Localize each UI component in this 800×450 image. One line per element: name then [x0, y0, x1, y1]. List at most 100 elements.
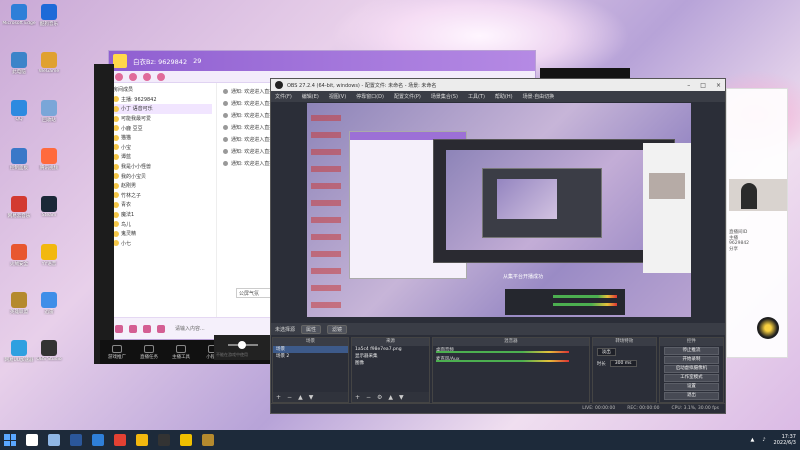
desktop-icon[interactable]: Microsoft Edge — [2, 2, 36, 32]
down-icon[interactable]: ▼ — [309, 394, 314, 401]
mic-icon[interactable] — [129, 324, 137, 333]
desktop-icon[interactable]: 此电脑 — [2, 50, 36, 80]
member-item[interactable]: 我的小宝贝 — [113, 171, 212, 181]
member-item[interactable]: 猫猫 — [113, 133, 212, 143]
desktop-icon[interactable]: 迅雷 — [32, 290, 66, 320]
source-item[interactable]: 显示器采集 — [352, 353, 429, 360]
chrome-icon[interactable] — [114, 434, 126, 446]
search-icon[interactable] — [26, 434, 38, 446]
menu-item[interactable]: 场景·自由切换 — [523, 93, 555, 100]
chat-input-hint[interactable]: 请输入内容... — [175, 325, 205, 332]
source-item[interactable]: 图像 — [352, 360, 429, 367]
streamer-info-panel: 直播间ID 主播 9629842 分享 — [726, 88, 788, 358]
volume-meter[interactable] — [435, 351, 569, 353]
add-icon[interactable]: + — [276, 394, 281, 401]
settings-button[interactable]: 设置 — [663, 383, 719, 391]
speaker-icon[interactable]: ♪ — [762, 437, 765, 443]
up-icon[interactable]: ▲ — [388, 394, 393, 401]
volume-knob[interactable] — [238, 341, 246, 349]
desktop-icon[interactable]: 网易UU加速器 — [2, 338, 36, 368]
scene-item[interactable]: 场景 2 — [273, 353, 348, 360]
source-item[interactable]: 1a5c4 f98e7ea7.png — [352, 346, 429, 353]
team-badge-icon[interactable] — [757, 317, 779, 339]
game-icon[interactable] — [202, 434, 214, 446]
menu-item[interactable]: 编辑(E) — [302, 93, 319, 100]
camera-icon[interactable] — [157, 324, 165, 333]
transition-select[interactable]: 淡出 — [596, 348, 616, 356]
menu-item[interactable]: 配置文件(P) — [394, 93, 421, 100]
stream-tool-button[interactable]: 游戏推广 — [104, 344, 130, 360]
menu-item[interactable]: 帮助(H) — [495, 93, 513, 100]
stream-tool-button[interactable]: 直播任务 — [136, 344, 162, 360]
member-item[interactable]: 赵刚男 — [113, 181, 212, 191]
clock[interactable]: 17:37 2022/6/3 — [774, 434, 796, 446]
add-icon[interactable]: + — [355, 394, 360, 401]
down-icon[interactable]: ▼ — [399, 394, 404, 401]
network-icon[interactable]: ▲ — [750, 437, 754, 443]
member-item[interactable]: 鬼灵精 — [113, 229, 212, 239]
gear-icon[interactable]: ⚙ — [377, 394, 382, 401]
member-item[interactable]: 小七 — [113, 239, 212, 249]
desktop-icon[interactable]: 控制面板 — [2, 146, 36, 176]
desktop-icon[interactable]: 酷狗音乐 — [32, 2, 66, 32]
yy-icon[interactable] — [180, 434, 192, 446]
qq-icon[interactable] — [136, 434, 148, 446]
studio-mode-button[interactable]: 工作室模式 — [663, 374, 719, 382]
room-avatar[interactable] — [113, 54, 127, 68]
member-item[interactable]: 魔法1 — [113, 210, 212, 220]
member-item[interactable]: 小宝 — [113, 143, 212, 153]
remove-icon[interactable]: − — [366, 394, 371, 401]
desktop-icon[interactable]: 火绒安全 — [2, 242, 36, 272]
menu-item[interactable]: 文件(F) — [275, 93, 292, 100]
member-item[interactable]: 鸟儿 — [113, 219, 212, 229]
menu-item[interactable]: 场景集合(S) — [431, 93, 458, 100]
maximize-icon[interactable]: □ — [700, 82, 706, 89]
gift-icon[interactable] — [115, 72, 123, 81]
close-icon[interactable]: × — [716, 82, 721, 89]
star-icon[interactable] — [157, 72, 165, 81]
menu-item[interactable]: 工具(T) — [468, 93, 485, 100]
word-icon[interactable] — [70, 434, 82, 446]
member-item[interactable]: 可能我最可爱 — [113, 114, 212, 124]
exit-button[interactable]: 退出 — [663, 392, 719, 400]
desktop-icon[interactable]: YY语音 — [32, 242, 66, 272]
properties-button[interactable]: 属性 — [301, 324, 322, 334]
start-icon[interactable] — [4, 434, 16, 446]
desktop-icon[interactable]: Steam — [32, 194, 66, 224]
scene-item[interactable]: 场景 — [273, 346, 348, 353]
start-recording-button[interactable]: 开始录制 — [663, 356, 719, 364]
member-item[interactable]: 主播: 9629842 — [113, 95, 212, 105]
member-item[interactable]: 小鹿 豆豆 — [113, 123, 212, 133]
emoji-icon[interactable] — [143, 72, 151, 81]
desktop-icon[interactable]: 腾讯视频 — [32, 146, 66, 176]
gift-icon[interactable] — [143, 324, 151, 333]
desktop-icon[interactable]: 回收站 — [32, 98, 66, 128]
member-item[interactable]: 谭蓝 — [113, 152, 212, 162]
virtual-camera-button[interactable]: 启动虚拟摄像机 — [663, 365, 719, 373]
filters-button[interactable]: 滤镜 — [327, 324, 348, 334]
desktop-icon[interactable]: OBS Studio — [32, 338, 66, 368]
desktop-icon[interactable]: 网易云音乐 — [2, 194, 36, 224]
stop-streaming-button[interactable]: 停止推流 — [663, 347, 719, 355]
volume-meter[interactable] — [435, 360, 569, 362]
member-item[interactable]: 我是小小怪兽 — [113, 162, 212, 172]
obs-icon[interactable] — [158, 434, 170, 446]
share-icon[interactable] — [129, 72, 137, 81]
desktop-icon[interactable]: 英雄联盟 — [2, 290, 36, 320]
menu-item[interactable]: 视图(V) — [329, 93, 346, 100]
emoji-icon[interactable] — [115, 324, 123, 333]
desktop-icon[interactable]: WeGame — [32, 50, 66, 80]
duration-field[interactable]: 300 ms — [609, 360, 637, 367]
member-item[interactable]: 小丁 语音可乐 — [113, 104, 212, 114]
desktop-icon[interactable]: QQ — [2, 98, 36, 128]
remove-icon[interactable]: − — [287, 394, 292, 401]
minimize-icon[interactable]: – — [687, 82, 690, 89]
edge-icon[interactable] — [92, 434, 104, 446]
menu-item[interactable]: 停靠窗口(D) — [356, 93, 384, 100]
member-item[interactable]: 青衣 — [113, 200, 212, 210]
obs-preview[interactable]: 从集平台开播成功 — [307, 103, 691, 317]
stream-tool-button[interactable]: 主播工具 — [168, 344, 194, 360]
task-view-icon[interactable] — [48, 434, 60, 446]
member-item[interactable]: 竹林之子 — [113, 191, 212, 201]
up-icon[interactable]: ▲ — [298, 394, 303, 401]
